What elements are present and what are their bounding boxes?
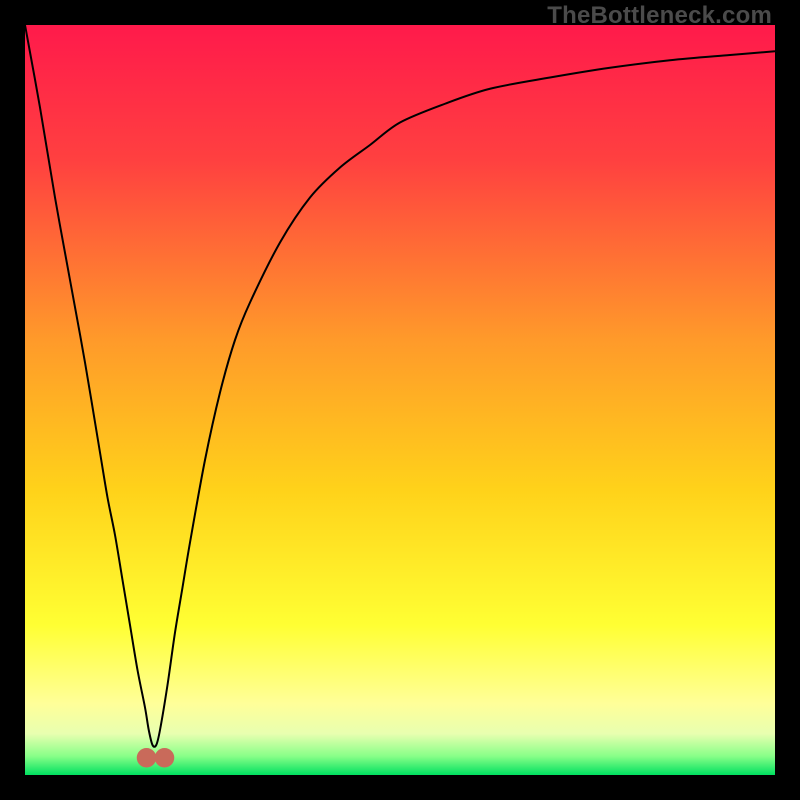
chart-frame (25, 25, 775, 775)
marker-min-left (137, 748, 157, 768)
chart-svg (25, 25, 775, 775)
marker-min-right (155, 748, 175, 768)
watermark-text: TheBottleneck.com (547, 2, 772, 30)
chart-background (25, 25, 775, 775)
